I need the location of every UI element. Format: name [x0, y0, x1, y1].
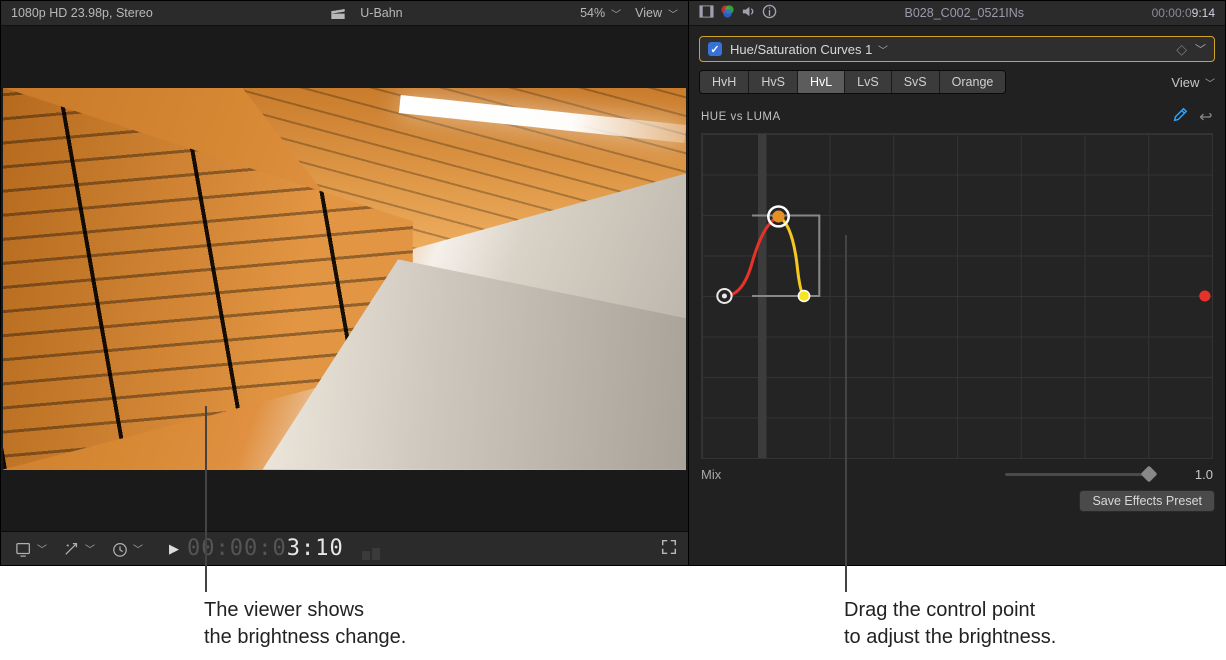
timecode-dim: 00:00:0: [187, 536, 287, 561]
zoom-dropdown[interactable]: 54% ﹀: [580, 6, 621, 21]
effect-name-label: Hue/Saturation Curves 1: [730, 42, 872, 57]
chevron-down-icon: ﹀: [668, 6, 678, 21]
curve-tab-hvl[interactable]: HvL: [798, 71, 845, 93]
color-inspector-icon[interactable]: [720, 4, 735, 22]
video-inspector-icon[interactable]: [699, 4, 714, 22]
tc-small-bright: 9:14: [1192, 6, 1215, 20]
play-button[interactable]: ▶: [169, 541, 179, 557]
preset-row: Save Effects Preset: [689, 482, 1225, 520]
video-frame[interactable]: [3, 88, 686, 470]
inspector-clip-name: B028_C002_0521INs: [783, 6, 1146, 20]
info-inspector-icon[interactable]: [762, 4, 777, 22]
audio-inspector-icon[interactable]: [741, 4, 756, 22]
curve-section: HUE vs LUMA ↩: [689, 100, 1225, 459]
inspector-timecode: 00:00:09:14: [1152, 6, 1215, 20]
curve-tab-orange[interactable]: Orange: [940, 71, 1006, 93]
format-label: 1080p HD 23.98p, Stereo: [11, 6, 153, 20]
retime-tool-dropdown[interactable]: ﹀: [107, 539, 147, 559]
chevron-down-icon: ﹀: [85, 541, 95, 556]
mix-value: 1.0: [1165, 467, 1213, 482]
transform-tool-dropdown[interactable]: ﹀: [11, 539, 51, 559]
chevron-down-icon: ﹀: [611, 6, 621, 21]
effect-enable-checkbox[interactable]: [708, 42, 722, 56]
inspector-panel: B028_C002_0521INs 00:00:09:14 Hue/Satura…: [689, 1, 1225, 565]
curve-tab-hvs[interactable]: HvS: [749, 71, 798, 93]
effect-header-row[interactable]: Hue/Saturation Curves 1 ﹀ ◇ ﹀: [699, 36, 1215, 62]
view-dropdown[interactable]: View ﹀: [635, 6, 678, 21]
curve-tab-hvh[interactable]: HvH: [700, 71, 749, 93]
viewer-footer: ﹀ ﹀ ﹀ ▶ 00:00:03:10: [1, 531, 688, 565]
eyedropper-icon[interactable]: [1171, 106, 1189, 127]
curve-tab-lvs[interactable]: LvS: [845, 71, 892, 93]
chevron-down-icon: ﹀: [1205, 79, 1215, 90]
chevron-down-icon: ﹀: [878, 46, 888, 57]
keyframe-icon[interactable]: ◇: [1176, 41, 1187, 58]
inspector-header: B028_C002_0521INs 00:00:09:14: [689, 1, 1225, 26]
view-dropdown[interactable]: View ﹀: [1171, 75, 1215, 90]
viewer-panel: 1080p HD 23.98p, Stereo U-Bahn 54% ﹀ Vie…: [1, 1, 689, 565]
app-window: 1080p HD 23.98p, Stereo U-Bahn 54% ﹀ Vie…: [0, 0, 1226, 566]
viewer-area: [1, 26, 688, 531]
audio-meter[interactable]: [362, 538, 384, 560]
reset-icon[interactable]: ↩: [1199, 107, 1213, 127]
timecode-bright: 3:10: [287, 536, 344, 561]
zoom-value: 54%: [580, 6, 605, 20]
tc-small-dim: 00:00:0: [1152, 6, 1192, 20]
clip-title[interactable]: U-Bahn: [360, 6, 402, 20]
viewer-header: 1080p HD 23.98p, Stereo U-Bahn 54% ﹀ Vie…: [1, 1, 688, 26]
chevron-down-icon: ﹀: [133, 541, 143, 556]
mix-slider[interactable]: [1005, 473, 1155, 476]
enhance-tool-dropdown[interactable]: ﹀: [59, 539, 99, 559]
curve-tab-svs[interactable]: SvS: [892, 71, 940, 93]
clapper-icon[interactable]: [330, 6, 346, 20]
mix-label: Mix: [701, 467, 721, 482]
view-label: View: [635, 6, 662, 20]
save-effects-preset-button[interactable]: Save Effects Preset: [1079, 490, 1215, 512]
view-label: View: [1171, 75, 1199, 90]
timecode-display[interactable]: 00:00:03:10: [187, 536, 344, 561]
chevron-down-icon[interactable]: ﹀: [1195, 41, 1206, 57]
mix-row: Mix 1.0: [689, 459, 1225, 482]
hue-vs-luma-curve[interactable]: [701, 133, 1213, 459]
curve-tab-segmented: HvHHvSHvLLvSSvSOrange: [699, 70, 1006, 94]
callout-text-right: Drag the control point to adjust the bri…: [844, 597, 1056, 651]
callout-text-left: The viewer shows the brightness change.: [204, 597, 406, 651]
curve-title: HUE vs LUMA: [701, 111, 781, 123]
fullscreen-button[interactable]: [660, 538, 678, 559]
curve-tab-row: HvHHvSHvLLvSSvSOrange View ﹀: [689, 70, 1225, 100]
effect-name-dropdown[interactable]: Hue/Saturation Curves 1 ﹀: [730, 42, 888, 57]
chevron-down-icon: ﹀: [37, 541, 47, 556]
